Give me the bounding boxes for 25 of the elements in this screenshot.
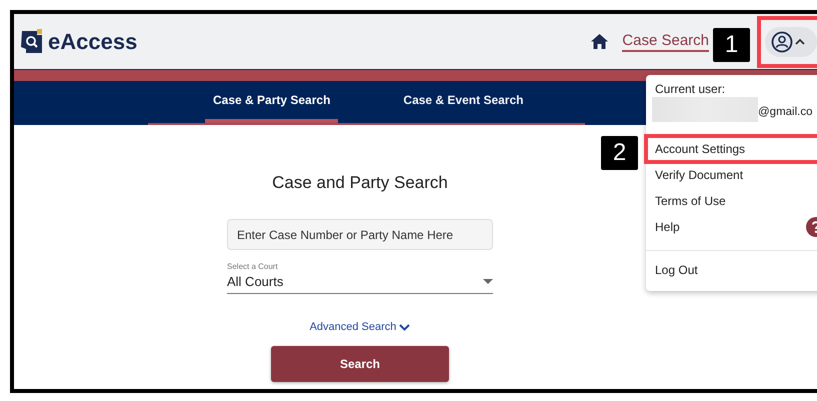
case-search-link[interactable]: Case Search bbox=[622, 32, 709, 52]
page-title: Case and Party Search bbox=[271, 173, 449, 193]
logo-icon bbox=[20, 28, 44, 54]
user-icon bbox=[771, 30, 793, 52]
user-email: @gmail.co bbox=[758, 106, 812, 120]
step-number: 1 bbox=[713, 28, 750, 62]
court-select[interactable]: Select a Court All Courts bbox=[227, 262, 493, 294]
current-user-label: Current user: bbox=[654, 82, 726, 96]
menu-item[interactable]: Verify Document bbox=[646, 162, 817, 188]
caret-icon bbox=[795, 38, 805, 45]
logo-text: eAccess bbox=[48, 28, 138, 54]
search-field[interactable]: Enter Case Number or Party Name Here bbox=[227, 219, 493, 250]
menu-item[interactable]: Account Settings bbox=[646, 136, 817, 162]
log-out-item[interactable]: Log Out bbox=[646, 257, 817, 283]
tab[interactable]: Case & Event Search bbox=[395, 81, 532, 123]
user-menu-button[interactable] bbox=[765, 26, 817, 56]
advanced-search-link[interactable]: Advanced Search bbox=[310, 321, 410, 333]
tab[interactable]: Case & Party Search bbox=[205, 81, 338, 123]
chevron-down-icon bbox=[399, 324, 410, 330]
home-icon[interactable] bbox=[591, 34, 608, 49]
step-number: 2 bbox=[601, 136, 638, 170]
menu-item[interactable]: Terms of Use bbox=[646, 188, 817, 214]
search-button[interactable]: Search bbox=[271, 346, 449, 382]
menu-item[interactable]: Help bbox=[646, 214, 817, 240]
dropdown-arrow-icon bbox=[483, 279, 493, 284]
